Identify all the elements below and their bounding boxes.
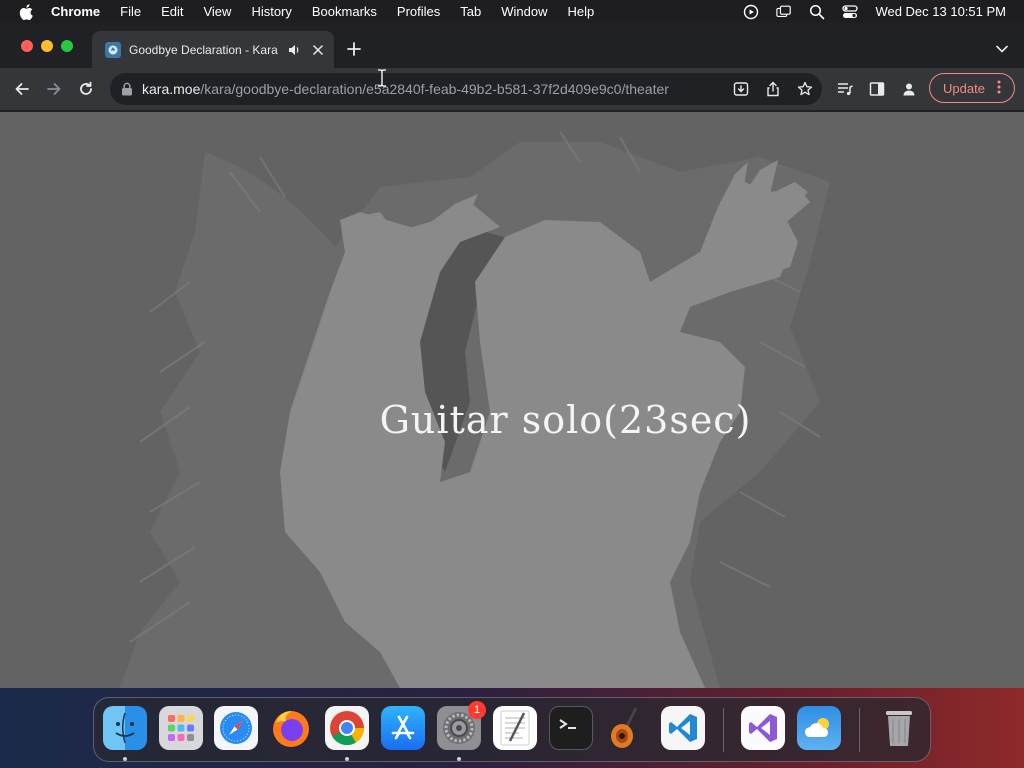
dock-separator-2 — [859, 708, 860, 752]
notification-badge: 1 — [468, 701, 486, 719]
menu-profiles[interactable]: Profiles — [397, 4, 440, 19]
screen-recording-icon[interactable] — [743, 4, 759, 20]
media-controls-icon[interactable] — [837, 81, 853, 97]
vscode-icon[interactable] — [661, 706, 705, 750]
close-icon[interactable] — [311, 43, 325, 57]
menu-history[interactable]: History — [251, 4, 291, 19]
url-path: /kara/goodbye-declaration/e5a2840f-feab-… — [200, 81, 669, 97]
profile-avatar-icon[interactable] — [901, 81, 917, 97]
visual-studio-icon[interactable] — [741, 706, 785, 750]
apple-menu-icon[interactable] — [19, 3, 33, 20]
lock-icon[interactable] — [121, 82, 133, 96]
browser-toolbar: kara.moe/kara/goodbye-declaration/e5a284… — [0, 68, 1024, 110]
back-arrow-icon[interactable] — [12, 79, 32, 99]
text-cursor-icon — [378, 69, 386, 87]
app-store-icon[interactable] — [381, 706, 425, 750]
reload-icon[interactable] — [76, 79, 96, 99]
finder-icon[interactable] — [103, 706, 147, 750]
menu-tab[interactable]: Tab — [460, 4, 481, 19]
url-text[interactable]: kara.moe/kara/goodbye-declaration/e5a284… — [142, 81, 720, 97]
forward-arrow-icon[interactable] — [44, 79, 64, 99]
lyrics-caption: Guitar solo(23sec) — [379, 398, 752, 442]
system-settings-running-indicator — [457, 757, 461, 761]
side-panel-icon[interactable] — [869, 81, 885, 97]
bookmark-star-icon[interactable] — [797, 81, 813, 97]
menu-bookmarks[interactable]: Bookmarks — [312, 4, 377, 19]
kara-favicon-icon — [105, 41, 121, 58]
control-center-icon[interactable] — [842, 4, 859, 20]
terminal-icon[interactable] — [549, 706, 593, 750]
active-tab[interactable]: Goodbye Declaration - Kara — [92, 31, 334, 68]
window-icon[interactable] — [776, 4, 792, 20]
menu-bar-clock[interactable]: Wed Dec 13 10:51 PM — [875, 4, 1006, 19]
launchpad-icon[interactable] — [159, 706, 203, 750]
more-menu-icon — [997, 80, 1001, 97]
menu-view[interactable]: View — [203, 4, 231, 19]
chevron-down-icon[interactable] — [994, 41, 1010, 57]
tab-title: Goodbye Declaration - Kara — [129, 42, 278, 57]
menu-help[interactable]: Help — [568, 4, 595, 19]
menu-bar: Chrome File Edit View History Bookmarks … — [0, 0, 1024, 23]
safari-icon[interactable] — [214, 706, 258, 750]
trash-icon[interactable] — [877, 706, 921, 750]
menu-window[interactable]: Window — [501, 4, 547, 19]
install-app-icon[interactable] — [733, 81, 749, 97]
spotlight-search-icon[interactable] — [809, 4, 825, 20]
dock: 1 — [93, 697, 931, 762]
menu-file[interactable]: File — [120, 4, 141, 19]
firefox-icon[interactable] — [269, 706, 313, 750]
url-host: kara.moe — [142, 81, 201, 97]
theater-view[interactable]: Guitar solo(23sec) — [0, 112, 1024, 688]
textedit-icon[interactable] — [493, 706, 537, 750]
dock-separator — [723, 708, 724, 752]
share-icon[interactable] — [765, 81, 781, 97]
menu-app-name[interactable]: Chrome — [51, 4, 100, 19]
menu-edit[interactable]: Edit — [161, 4, 183, 19]
plus-icon[interactable] — [344, 39, 364, 59]
close-window-button[interactable] — [21, 40, 33, 52]
chrome-icon[interactable] — [325, 706, 369, 750]
minimize-window-button[interactable] — [41, 40, 53, 52]
finder-running-indicator — [123, 757, 127, 761]
browser-window: Goodbye Declaration - Kara kara.moe/kara… — [0, 23, 1024, 688]
update-button-label: Update — [943, 80, 985, 96]
update-button[interactable]: Update — [929, 73, 1015, 103]
zoom-window-button[interactable] — [61, 40, 73, 52]
tab-strip: Goodbye Declaration - Kara — [0, 23, 1024, 68]
address-bar[interactable]: kara.moe/kara/goodbye-declaration/e5a284… — [110, 73, 822, 105]
garageband-icon[interactable] — [605, 706, 649, 750]
speaker-icon[interactable] — [287, 43, 301, 57]
chrome-running-indicator — [345, 757, 349, 761]
system-settings-icon[interactable]: 1 — [437, 701, 486, 750]
weather-icon[interactable] — [797, 706, 841, 750]
